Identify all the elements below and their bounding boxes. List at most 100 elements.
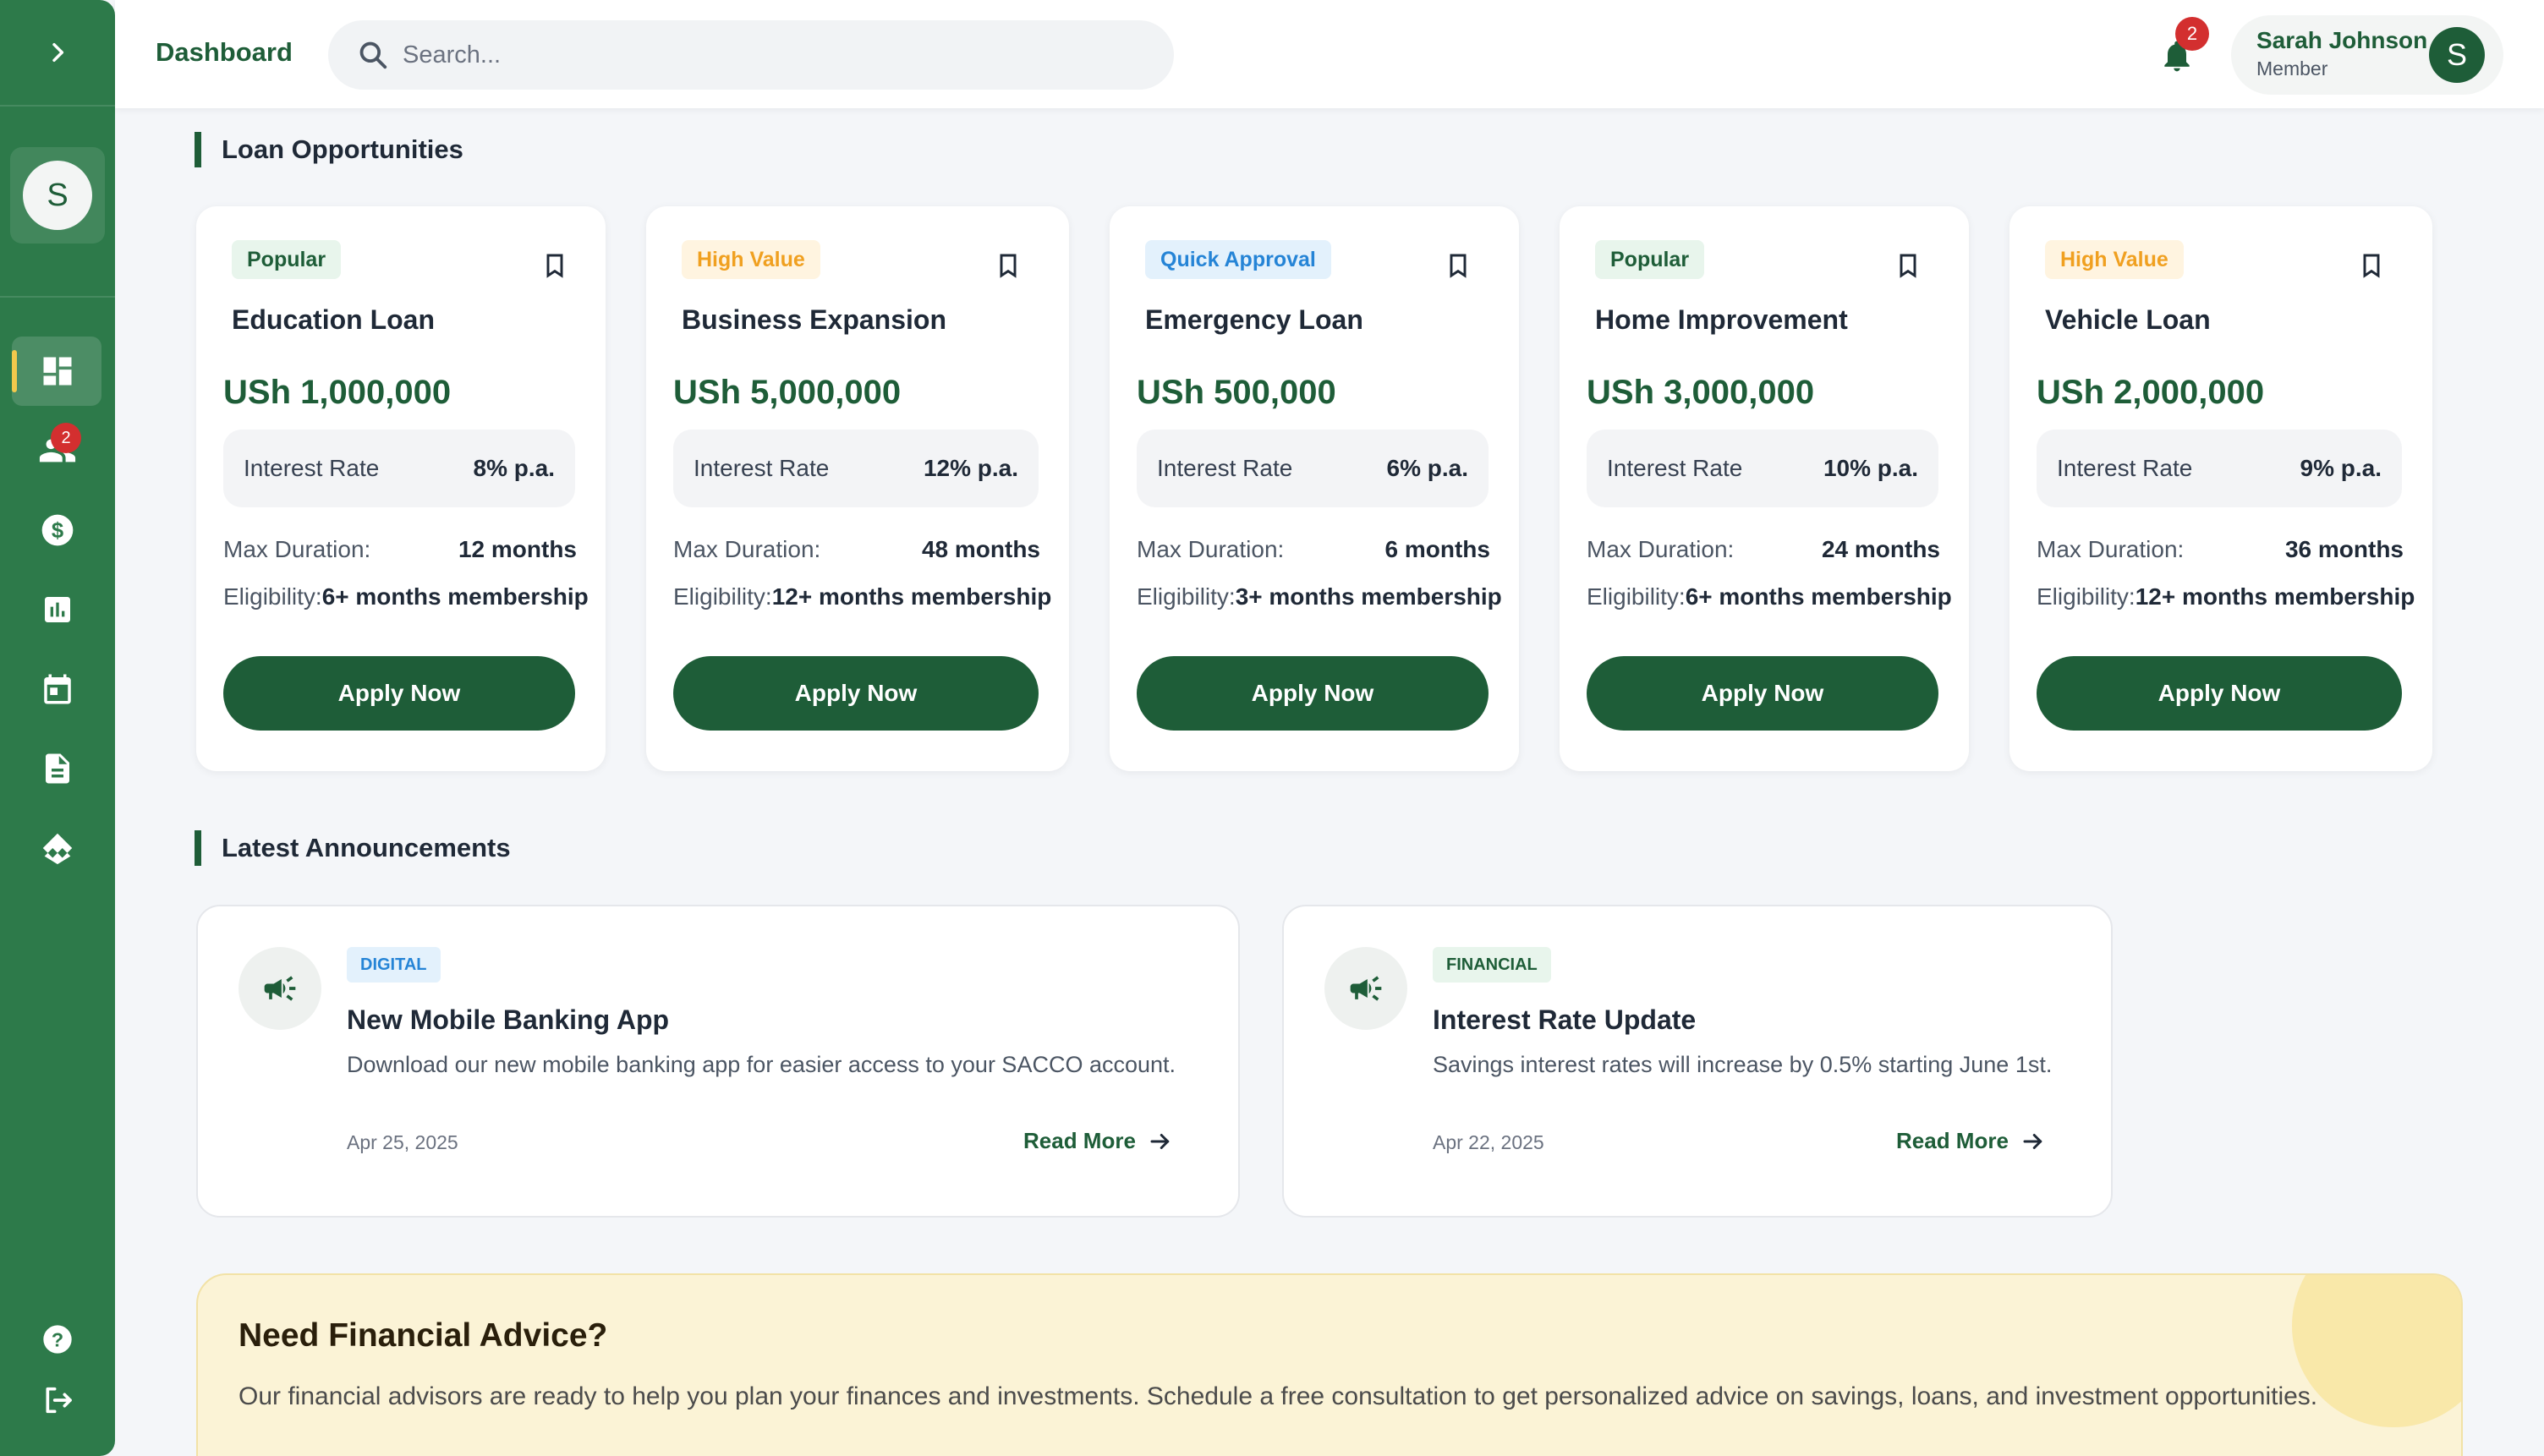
chevron-right-icon <box>52 42 64 63</box>
search-input[interactable] <box>403 41 1147 69</box>
apply-now-button[interactable]: Apply Now <box>1587 656 1938 731</box>
read-more-label: Read More <box>1023 1128 1136 1153</box>
interest-rate-box: Interest Rate 8% p.a. <box>223 430 575 507</box>
loan-card: Popular Home Improvement USh 3,000,000 I… <box>1560 206 1969 771</box>
interest-rate-label: Interest Rate <box>2057 455 2193 481</box>
announcement-date: Apr 25, 2025 <box>347 1131 458 1153</box>
financial-advice-banner: Need Financial Advice? Our financial adv… <box>196 1273 2463 1456</box>
sidebar-item-reports[interactable] <box>0 570 115 649</box>
apply-now-button[interactable]: Apply Now <box>2037 656 2402 731</box>
interest-rate-box: Interest Rate 10% p.a. <box>1587 430 1938 507</box>
sidebar-divider <box>0 296 115 298</box>
max-duration-label: Max Duration: <box>2037 536 2185 562</box>
search-icon <box>359 41 387 69</box>
eligibility-value: 6+ months membership <box>1685 583 1952 610</box>
eligibility-value: 12+ months membership <box>771 583 1052 610</box>
announcement-icon-wrap <box>238 947 321 1030</box>
interest-rate-box: Interest Rate 12% p.a. <box>673 430 1039 507</box>
search-bar[interactable] <box>328 20 1174 90</box>
announcement-tag: DIGITAL <box>347 947 441 983</box>
announcement-title: New Mobile Banking App <box>347 1004 670 1035</box>
arrow-right-icon <box>2023 1133 2042 1149</box>
loan-title: Education Loan <box>232 304 435 335</box>
sidebar-profile[interactable]: S <box>10 147 105 244</box>
eligibility: Eligibility:6+ months membership <box>1587 583 1952 610</box>
max-duration-label: Max Duration: <box>673 536 821 562</box>
user-avatar: S <box>2429 27 2485 83</box>
help-icon: ? <box>43 1325 72 1354</box>
sidebar-item-logout[interactable] <box>0 1370 115 1431</box>
sidebar-bottom: ? <box>0 1309 115 1431</box>
section-title-announcements: Latest Announcements <box>195 830 511 866</box>
loan-card: High Value Vehicle Loan USh 2,000,000 In… <box>2009 206 2432 771</box>
loan-amount: USh 1,000,000 <box>223 374 452 411</box>
max-duration-label: Max Duration: <box>1587 536 1735 562</box>
bookmark-button[interactable] <box>2355 249 2388 282</box>
eligibility-label: Eligibility: <box>673 583 772 610</box>
page-title: Dashboard <box>156 37 293 67</box>
loan-title: Vehicle Loan <box>2045 304 2211 335</box>
interest-rate-box: Interest Rate 6% p.a. <box>1137 430 1489 507</box>
dollar-icon: $ <box>41 514 74 546</box>
announcement-tag: FINANCIAL <box>1433 947 1551 983</box>
reports-icon <box>45 597 70 622</box>
eligibility-value: 12+ months membership <box>2135 583 2415 610</box>
user-menu[interactable]: Sarah Johnson Member S <box>2231 15 2503 95</box>
max-duration-value: 6 months <box>1384 536 1490 562</box>
interest-rate-label: Interest Rate <box>244 455 380 481</box>
sidebar-item-help[interactable]: ? <box>0 1309 115 1370</box>
eligibility-label: Eligibility: <box>223 583 322 610</box>
bookmark-icon <box>546 254 563 278</box>
apply-now-button[interactable]: Apply Now <box>1137 656 1489 731</box>
apply-now-button[interactable]: Apply Now <box>673 656 1039 731</box>
loan-card: High Value Business Expansion USh 5,000,… <box>646 206 1069 771</box>
eligibility: Eligibility:6+ months membership <box>223 583 589 610</box>
eligibility: Eligibility:12+ months membership <box>2037 583 2415 610</box>
user-role: Member <box>2256 57 2328 79</box>
interest-rate-value: 10% p.a. <box>1823 455 1918 481</box>
sidebar-item-calendar[interactable] <box>0 649 115 729</box>
megaphone-icon <box>264 976 296 1001</box>
read-more-link[interactable]: Read More <box>1896 1128 2046 1154</box>
loan-title: Home Improvement <box>1595 304 1848 335</box>
calendar-icon <box>44 674 71 704</box>
sidebar-item-partnerships[interactable] <box>0 808 115 888</box>
interest-rate-value: 8% p.a. <box>473 455 555 481</box>
advice-title: Need Financial Advice? <box>238 1317 608 1354</box>
loan-amount: USh 5,000,000 <box>673 374 902 411</box>
bookmark-button[interactable] <box>1441 249 1475 282</box>
interest-rate-box: Interest Rate 9% p.a. <box>2037 430 2402 507</box>
eligibility-label: Eligibility: <box>1137 583 1236 610</box>
sidebar-item-finance[interactable]: $ <box>0 490 115 570</box>
apply-now-button[interactable]: Apply Now <box>223 656 575 731</box>
loan-amount: USh 3,000,000 <box>1587 374 1815 411</box>
eligibility-label: Eligibility: <box>2037 583 2136 610</box>
bookmark-icon <box>2363 254 2380 278</box>
loan-amount: USh 2,000,000 <box>2037 374 2265 411</box>
announcement-description: Savings interest rates will increase by … <box>1433 1052 2053 1077</box>
avatar: S <box>23 161 92 230</box>
max-duration-value: 24 months <box>1821 536 1940 562</box>
notification-badge: 2 <box>2175 17 2209 51</box>
interest-rate-label: Interest Rate <box>694 455 830 481</box>
bookmark-button[interactable] <box>538 249 572 282</box>
loan-card: Popular Education Loan USh 1,000,000 Int… <box>196 206 606 771</box>
interest-rate-label: Interest Rate <box>1607 455 1743 481</box>
eligibility-value: 3+ months membership <box>1235 583 1502 610</box>
sidebar-item-documents[interactable] <box>0 729 115 808</box>
sidebar-toggle-button[interactable] <box>0 0 115 107</box>
dashboard-icon <box>43 357 72 386</box>
handshake-icon <box>42 833 73 865</box>
loan-title: Business Expansion <box>682 304 946 335</box>
interest-rate-value: 12% p.a. <box>923 455 1018 481</box>
bookmark-button[interactable] <box>1891 249 1925 282</box>
sidebar-item-dashboard[interactable] <box>0 331 115 411</box>
read-more-link[interactable]: Read More <box>1023 1128 1173 1154</box>
loan-tag: Popular <box>1595 240 1705 279</box>
announcement-date: Apr 22, 2025 <box>1433 1131 1544 1153</box>
bookmark-button[interactable] <box>991 249 1025 282</box>
max-duration-value: 48 months <box>921 536 1040 562</box>
read-more-label: Read More <box>1896 1128 2009 1153</box>
sidebar-item-members[interactable]: 2 <box>0 411 115 490</box>
sidebar: S 2 $ ? <box>0 0 115 1456</box>
